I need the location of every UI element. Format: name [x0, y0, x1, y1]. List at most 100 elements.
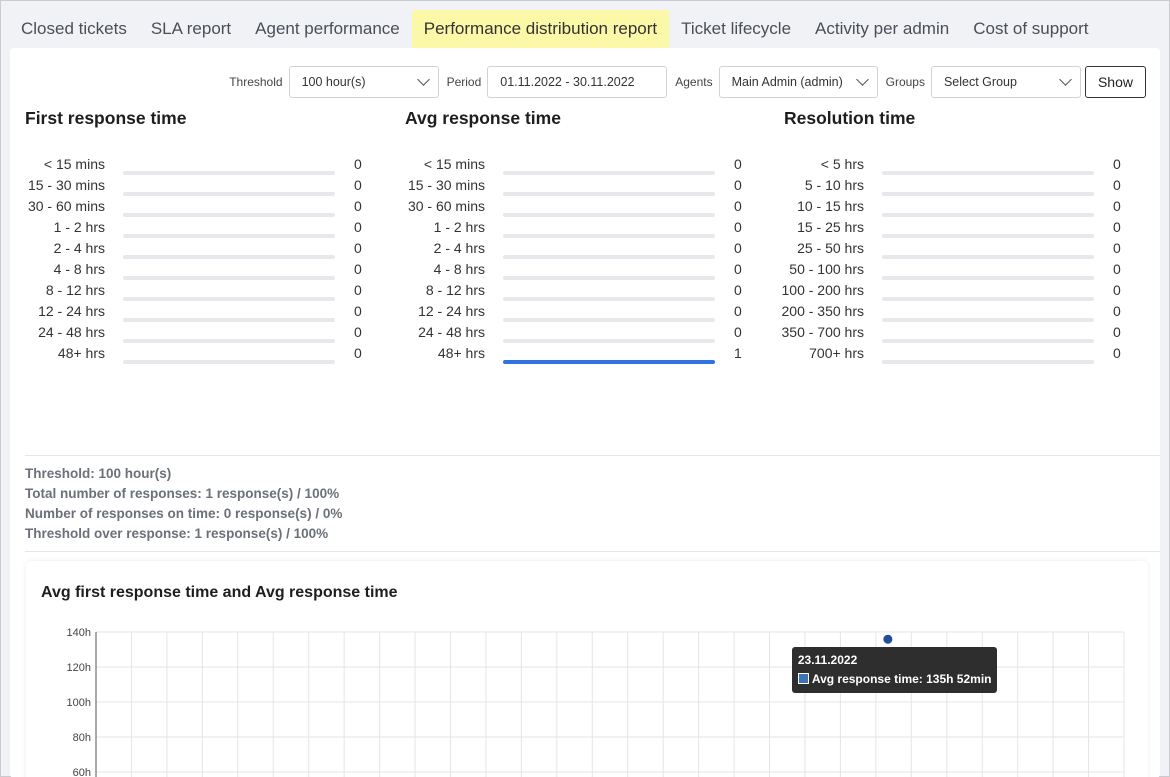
row-value: 0: [354, 282, 362, 298]
row-value: 0: [734, 261, 742, 277]
distribution-row: 50 - 100 hrs 0: [778, 259, 1138, 280]
chevron-down-icon: [1059, 73, 1072, 86]
bar-track: [123, 360, 335, 364]
row-value: 0: [1113, 345, 1121, 361]
summary-total-responses: Total number of responses: 1 response(s)…: [25, 486, 340, 501]
avg-response-distribution: Avg response time < 15 mins 0 15 - 30 mins…: [399, 108, 759, 364]
row-label: 50 - 100 hrs: [789, 261, 864, 277]
chart-tooltip: 23.11.2022 Avg response time: 135h 52min: [791, 647, 998, 694]
series-swatch: [797, 673, 809, 685]
tab-ticket-lifecycle[interactable]: Ticket lifecycle: [669, 10, 803, 48]
period-input[interactable]: 01.11.2022 - 30.11.2022: [487, 66, 668, 98]
row-value: 0: [354, 219, 362, 235]
row-bar: [503, 154, 715, 175]
threshold-value: 100 hour(s): [301, 75, 366, 89]
tab-closed-tickets[interactable]: Closed tickets: [9, 10, 139, 48]
tab-cost-of-support[interactable]: Cost of support: [961, 10, 1100, 48]
tab-activity-per-admin[interactable]: Activity per admin: [803, 10, 961, 48]
row-label: 5 - 10 hrs: [804, 177, 864, 193]
groups-select[interactable]: Select Group: [930, 66, 1081, 98]
row-bar: [882, 343, 1094, 364]
distribution-row: 4 - 8 hrs 0: [399, 259, 759, 280]
distribution-row: < 5 hrs 0: [778, 154, 1138, 175]
row-label: 12 - 24 hrs: [418, 303, 485, 319]
row-value: 0: [1113, 240, 1121, 256]
distribution-row: 700+ hrs 0: [778, 343, 1138, 364]
row-value: 0: [1113, 177, 1121, 193]
row-label: 15 - 30 mins: [407, 177, 485, 193]
summary-on-time: Number of responses on time: 0 response(…: [25, 506, 343, 521]
distribution-row: 25 - 50 hrs 0: [778, 238, 1138, 259]
summary-over-threshold: Threshold over response: 1 response(s) /…: [25, 526, 329, 541]
row-value: 0: [1113, 219, 1121, 235]
row-bar: [503, 175, 715, 196]
section-title: Avg response time: [405, 108, 561, 128]
show-button[interactable]: Show: [1084, 66, 1146, 98]
distribution-row: 1 - 2 hrs 0: [399, 217, 759, 238]
row-label: 350 - 700 hrs: [781, 324, 865, 340]
section-title: First response time: [25, 108, 187, 128]
row-value: 0: [1113, 261, 1121, 277]
row-bar: [123, 238, 335, 259]
row-value: 0: [1113, 303, 1121, 319]
report-tabs: Closed tickets SLA report Agent performanc…: [9, 10, 1101, 48]
row-bar: [882, 238, 1094, 259]
row-label: 1 - 2 hrs: [53, 219, 105, 235]
row-bar: [123, 322, 335, 343]
row-bar: [882, 154, 1094, 175]
distribution-row: 30 - 60 mins 0: [19, 196, 379, 217]
row-value: 0: [354, 261, 362, 277]
row-bar: [123, 154, 335, 175]
row-bar: [503, 238, 715, 259]
row-label: 25 - 50 hrs: [797, 240, 864, 256]
row-value: 0: [354, 177, 362, 193]
tab-performance-distribution-report[interactable]: Performance distribution report: [411, 10, 670, 48]
row-bar: [123, 196, 335, 217]
period-label: Period: [446, 75, 482, 89]
groups-value: Select Group: [943, 75, 1017, 89]
row-bar: [503, 322, 715, 343]
chevron-down-icon: [855, 73, 869, 86]
row-label: 8 - 12 hrs: [45, 282, 105, 298]
row-value: 0: [734, 282, 742, 298]
row-value: 0: [734, 219, 742, 235]
row-label: 30 - 60 mins: [407, 198, 485, 214]
distribution-row: 5 - 10 hrs 0: [778, 175, 1138, 196]
tab-agent-performance[interactable]: Agent performance: [243, 10, 412, 48]
row-bar: [882, 301, 1094, 322]
row-value: 0: [734, 177, 742, 193]
row-label: 10 - 15 hrs: [797, 198, 864, 214]
row-bar: [882, 196, 1094, 217]
row-label: 24 - 48 hrs: [38, 324, 105, 340]
distribution-row: 8 - 12 hrs 0: [399, 280, 759, 301]
agents-select[interactable]: Main Admin (admin): [718, 66, 878, 98]
divider: [25, 455, 1160, 456]
row-bar: [503, 259, 715, 280]
row-bar: [123, 175, 335, 196]
row-bar: [503, 343, 715, 364]
row-value: 0: [354, 345, 362, 361]
first-response-distribution: First response time < 15 mins 0 15 - 30 mi…: [19, 108, 379, 364]
y-tick-label: 100h: [67, 697, 91, 709]
distribution-row: 30 - 60 mins 0: [399, 196, 759, 217]
data-point[interactable]: [883, 634, 893, 644]
row-label: 2 - 4 hrs: [433, 240, 485, 256]
chevron-down-icon: [416, 73, 430, 86]
threshold-select[interactable]: 100 hour(s): [288, 66, 439, 98]
filter-bar: Threshold 100 hour(s) Period 01.11.2022 …: [221, 66, 1146, 98]
tab-sla-report[interactable]: SLA report: [139, 10, 243, 48]
groups-label: Groups: [885, 75, 925, 89]
row-bar: [503, 280, 715, 301]
period-value: 01.11.2022 - 30.11.2022: [500, 75, 635, 89]
tooltip-date: 23.11.2022: [797, 653, 858, 668]
distribution-row: 100 - 200 hrs 0: [778, 280, 1138, 301]
row-bar: [123, 280, 335, 301]
y-tick-label: 140h: [67, 627, 91, 639]
divider: [25, 551, 1160, 552]
distribution-row: 1 - 2 hrs 0: [19, 217, 379, 238]
distribution-row: 24 - 48 hrs 0: [399, 322, 759, 343]
distribution-row: 2 - 4 hrs 0: [19, 238, 379, 259]
summary-block: Threshold: 100 hour(s) Total number of r…: [25, 464, 342, 544]
report-panel: Threshold 100 hour(s) Period 01.11.2022 …: [10, 48, 1160, 777]
row-label: 4 - 8 hrs: [53, 261, 105, 277]
